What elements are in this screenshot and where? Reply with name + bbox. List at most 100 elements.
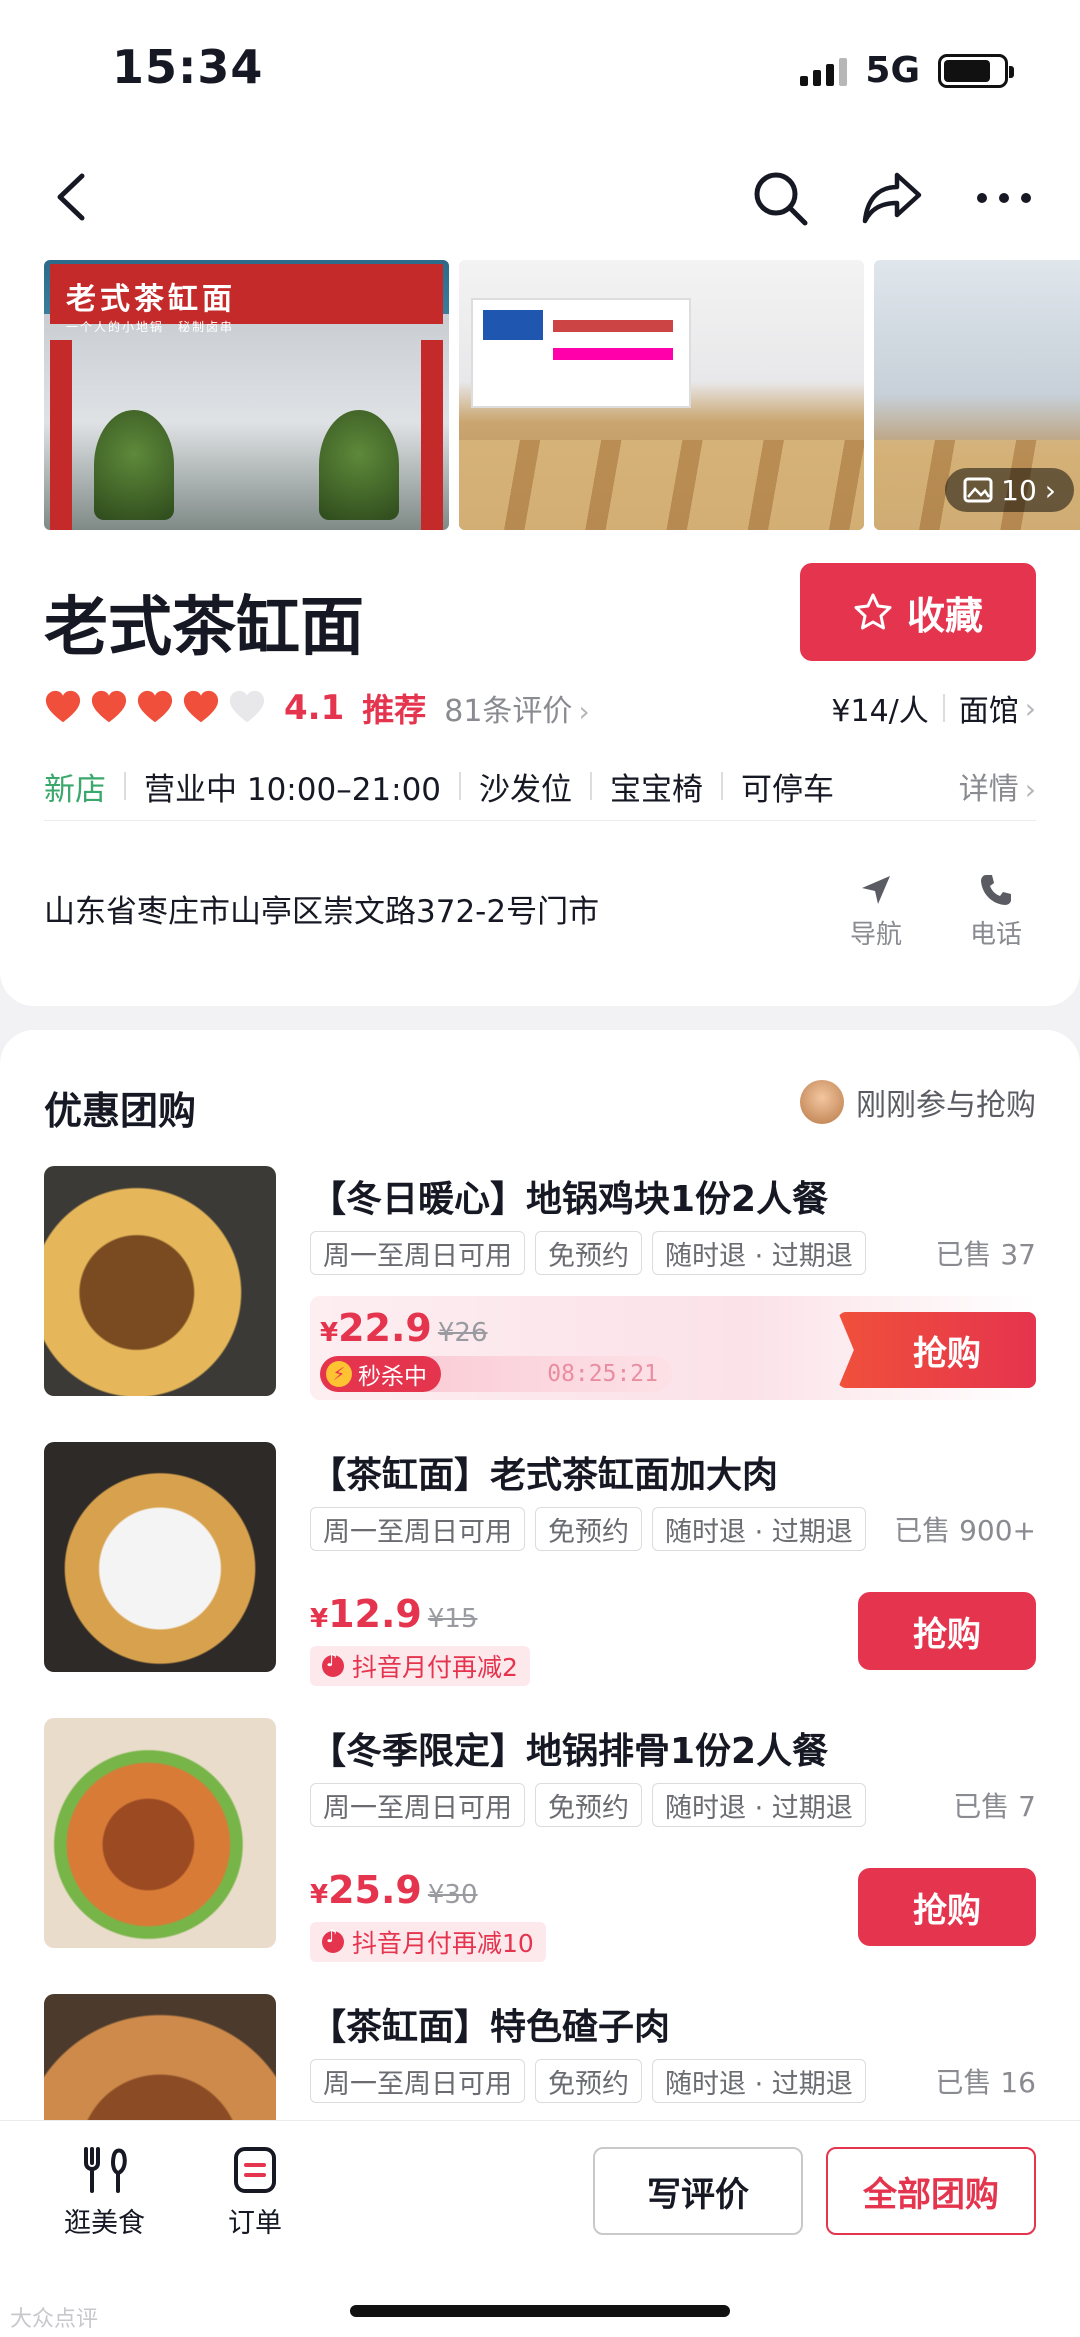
tab-orders[interactable]: 订单 — [228, 2145, 282, 2240]
deal-image[interactable] — [44, 1442, 276, 1672]
deal-tag: 周一至周日可用 — [310, 2059, 525, 2103]
storefront-photo[interactable]: 老式茶缸面 一个人的小地锅 秘制卤串 — [44, 260, 449, 530]
nav-bar — [0, 140, 1080, 260]
douyin-icon — [322, 1650, 344, 1677]
search-button[interactable] — [744, 162, 816, 234]
deal-price: ¥25.9 — [310, 1868, 422, 1912]
shop-name: 老式茶缸面 — [44, 591, 364, 665]
shop-info-card: 老式茶缸面 一个人的小地锅 秘制卤串 10 › 老式茶缸面 收藏 4.1 推荐 … — [0, 260, 1080, 1006]
rating-row: 4.1 推荐 81条评价 › ¥14/人 面馆 › — [44, 680, 1036, 736]
home-indicator[interactable] — [350, 2305, 730, 2317]
battery-icon — [938, 53, 1014, 88]
deal-title: 【冬日暖心】地锅鸡块1份2人餐 — [310, 1179, 829, 1220]
flash-sale-badge: ⚡ 秒杀中 — [320, 1356, 441, 1392]
deal-tag: 周一至周日可用 — [310, 1783, 525, 1827]
order-list-icon — [234, 2147, 276, 2193]
flash-sale-bar: ¥22.9 ¥26 ⚡ 秒杀中 08:25:21 抢购 — [310, 1296, 1036, 1400]
phone-icon — [981, 875, 1011, 905]
shop-address[interactable]: 山东省枣庄市山亭区崇文路372-2号门市 — [44, 886, 599, 931]
deal-image[interactable] — [44, 1718, 276, 1948]
tab-browse-food[interactable]: 逛美食 — [64, 2145, 145, 2240]
divider — [44, 820, 1036, 821]
dining-area-photo[interactable]: 10 › — [874, 260, 1080, 530]
share-button[interactable] — [856, 162, 928, 234]
deal-title: 【冬季限定】地锅排骨1份2人餐 — [310, 1731, 829, 1772]
countdown-timer: 08:25:21 — [547, 1361, 658, 1387]
deal-tag: 免预约 — [535, 1507, 642, 1551]
sold-count: 已售 900+ — [894, 1514, 1036, 1547]
avatar — [800, 1080, 844, 1124]
deal-item[interactable]: 【茶缸面】老式茶缸面加大肉 周一至周日可用 免预约 随时退 · 过期退 已售 9… — [44, 1442, 1036, 1686]
deal-item[interactable]: 【冬季限定】地锅排骨1份2人餐 周一至周日可用 免预约 随时退 · 过期退 已售… — [44, 1718, 1036, 1962]
heart-icon — [183, 690, 219, 723]
deal-tag: 随时退 · 过期退 — [652, 1231, 866, 1275]
back-button[interactable] — [40, 162, 110, 232]
deal-tag: 免预约 — [535, 1783, 642, 1827]
deal-title: 【茶缸面】老式茶缸面加大肉 — [310, 1455, 779, 1496]
shop-sign: 老式茶缸面 一个人的小地锅 秘制卤串 — [50, 264, 443, 334]
rating-hearts — [44, 689, 266, 727]
photo-gallery[interactable]: 老式茶缸面 一个人的小地锅 秘制卤串 10 › — [44, 260, 1080, 530]
price-per-person: ¥14/人 — [831, 694, 929, 729]
deal-item[interactable]: 【茶缸面】特色碴子肉 周一至周日可用 免预约 随时退 · 过期退 已售 16 — [44, 1994, 1036, 2120]
shop-tags-row[interactable]: 新店 营业中 10:00–21:00 沙发位 宝宝椅 可停车 详情 › — [44, 756, 1036, 816]
new-shop-tag: 新店 — [44, 771, 106, 808]
sold-count: 已售 37 — [935, 1238, 1036, 1271]
navigate-button[interactable]: 导航 — [836, 872, 916, 951]
deal-tag: 随时退 · 过期退 — [652, 1783, 866, 1827]
deal-tag: 免预约 — [535, 2059, 642, 2103]
promo-badge: 抖音月付再减10 — [310, 1922, 546, 1962]
chevron-right-icon: › — [1024, 773, 1036, 806]
heart-empty-icon — [229, 690, 265, 723]
shop-category: 面馆 — [958, 694, 1019, 729]
signal-icon — [800, 56, 848, 86]
more-button[interactable] — [968, 162, 1040, 234]
star-icon — [854, 593, 892, 630]
all-deals-button[interactable]: 全部团购 — [826, 2147, 1036, 2235]
sold-count: 已售 16 — [935, 2066, 1036, 2099]
facility-tag: 宝宝椅 — [610, 771, 704, 808]
watermark: 大众点评 — [10, 2307, 99, 2332]
lightning-icon: ⚡ — [326, 1361, 352, 1387]
rating-score: 4.1 — [284, 688, 345, 728]
deal-price: ¥12.9 — [310, 1592, 422, 1636]
heart-icon — [137, 690, 173, 723]
chevron-right-icon: › — [1044, 473, 1056, 507]
buy-button[interactable]: 抢购 — [858, 1868, 1036, 1946]
business-hours: 营业中 10:00–21:00 — [144, 771, 442, 808]
live-buyers-indicator: 刚刚参与抢购 — [800, 1080, 1036, 1124]
buy-button[interactable]: 抢购 — [858, 1592, 1036, 1670]
details-link[interactable]: 详情 › — [959, 764, 1036, 808]
chevron-right-icon: › — [578, 695, 590, 728]
deal-price: ¥22.9 — [320, 1306, 432, 1350]
photo-count-badge[interactable]: 10 › — [945, 468, 1074, 512]
phone-button[interactable]: 电话 — [956, 872, 1036, 951]
deal-item[interactable]: 【冬日暖心】地锅鸡块1份2人餐 周一至周日可用 免预约 随时退 · 过期退 已售… — [44, 1166, 1036, 1406]
buy-button[interactable]: 抢购 — [838, 1312, 1036, 1388]
interior-photo[interactable] — [459, 260, 864, 530]
douyin-icon — [322, 1926, 344, 1953]
category-info[interactable]: ¥14/人 面馆 › — [831, 686, 1036, 730]
deal-tag: 免预约 — [535, 1231, 642, 1275]
deal-title: 【茶缸面】特色碴子肉 — [310, 2007, 671, 2048]
navigation-arrow-icon — [862, 876, 890, 904]
write-review-button[interactable]: 写评价 — [593, 2147, 803, 2235]
share-icon — [862, 172, 922, 224]
deal-image[interactable] — [44, 1166, 276, 1396]
favorite-button[interactable]: 收藏 — [800, 563, 1036, 661]
deal-tag: 周一至周日可用 — [310, 1507, 525, 1551]
network-type: 5G — [865, 50, 920, 91]
original-price: ¥15 — [427, 1604, 478, 1634]
review-count-link[interactable]: 81条评价 › — [444, 686, 589, 730]
status-bar: 15:34 5G — [0, 0, 1080, 140]
deal-image[interactable] — [44, 1994, 276, 2120]
deal-tag: 随时退 · 过期退 — [652, 2059, 866, 2103]
bottom-action-bar: 逛美食 订单 写评价 全部团购 大众点评 — [0, 2120, 1080, 2337]
section-title: 优惠团购 — [44, 1089, 197, 1133]
chevron-left-icon — [57, 173, 85, 221]
facility-tag: 可停车 — [741, 771, 835, 808]
status-indicators: 5G — [800, 50, 1014, 91]
search-icon — [754, 172, 808, 226]
deal-tag: 随时退 · 过期退 — [652, 1507, 866, 1551]
original-price: ¥26 — [437, 1318, 488, 1348]
